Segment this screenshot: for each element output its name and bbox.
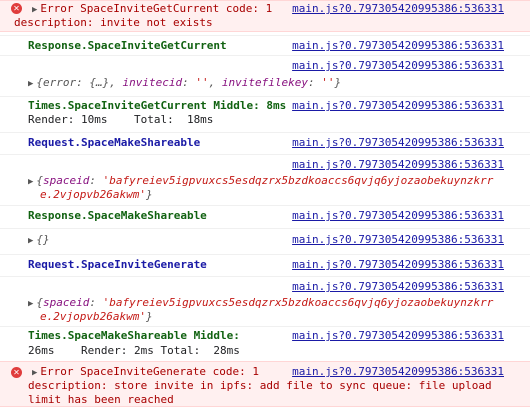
source-link[interactable]: main.js?0.797305420995386:536331 — [292, 258, 504, 272]
object-preview[interactable]: ▶ {spaceid: 'bafyreiev5igpvuxcs5esdqzrx5b… — [28, 296, 493, 311]
error-toggle[interactable]: ▶ Error SpaceInviteGenerate code: 1 — [32, 365, 259, 380]
error-icon: ✕ — [11, 367, 22, 378]
expand-triangle-icon[interactable]: ▶ — [32, 368, 37, 378]
source-link[interactable]: main.js?0.797305420995386:536331 — [292, 158, 504, 172]
console-object-row: ▶{} main.js?0.797305420995386:536331 — [0, 228, 530, 250]
log-label: Response.SpaceInviteGetCurrent — [28, 39, 227, 52]
console-error-row: ✕ ▶ Error SpaceInviteGenerate code: 1 des… — [0, 361, 530, 407]
source-link[interactable]: main.js?0.797305420995386:536331 — [292, 209, 504, 223]
object-preview[interactable]: ▶ {error: {…}, invitecid: '', invitefilek… — [28, 76, 341, 91]
source-link[interactable]: main.js?0.797305420995386:536331 — [292, 39, 504, 53]
error-description: description: invite not exists — [14, 16, 213, 29]
expand-triangle-icon[interactable]: ▶ — [28, 79, 33, 89]
source-link[interactable]: main.js?0.797305420995386:536331 — [292, 233, 504, 247]
source-link[interactable]: main.js?0.797305420995386:536331 — [292, 136, 504, 150]
error-message: Error SpaceInviteGetCurrent code: 1 — [40, 2, 273, 15]
source-link[interactable]: main.js?0.797305420995386:536331 — [292, 329, 504, 343]
console-log-row: Response.SpaceMakeShareable main.js?0.79… — [0, 205, 530, 225]
object-preview-cont: e.2vjopvb26akwm'} — [40, 188, 153, 201]
console-log-row: Times.SpaceMakeShareable Middle: 26ms Re… — [0, 326, 530, 358]
log-label: Response.SpaceMakeShareable — [28, 209, 207, 222]
source-link[interactable]: main.js?0.797305420995386:536331 — [292, 59, 504, 73]
console-log-row: Times.SpaceInviteGetCurrent Middle: 8ms … — [0, 96, 530, 128]
error-message: Error SpaceInviteGenerate code: 1 — [40, 365, 259, 378]
object-preview[interactable]: ▶ {spaceid: 'bafyreiev5igpvuxcs5esdqzrx5b… — [28, 174, 493, 189]
expand-triangle-icon[interactable]: ▶ — [28, 236, 33, 246]
expand-triangle-icon[interactable]: ▶ — [28, 177, 33, 187]
console-log-row: Response.SpaceInviteGetCurrent main.js?0… — [0, 35, 530, 55]
console-object-row: main.js?0.797305420995386:536331 ▶ {space… — [0, 276, 530, 324]
log-label: Request.SpaceMakeShareable — [28, 136, 201, 149]
expand-triangle-icon[interactable]: ▶ — [32, 5, 37, 15]
error-icon: ✕ — [11, 3, 22, 14]
object-preview-cont: e.2vjopvb26akwm'} — [40, 310, 153, 323]
source-link[interactable]: main.js?0.797305420995386:536331 — [292, 99, 504, 113]
console-log-row: Request.SpaceInviteGenerate main.js?0.79… — [0, 254, 530, 274]
console-object-row: main.js?0.797305420995386:536331 ▶ {error… — [0, 55, 530, 95]
object-preview[interactable]: ▶{} — [28, 233, 50, 248]
error-toggle[interactable]: ▶ Error SpaceInviteGetCurrent code: 1 — [32, 2, 272, 17]
source-link[interactable]: main.js?0.797305420995386:536331 — [292, 2, 504, 16]
source-link[interactable]: main.js?0.797305420995386:536331 — [292, 280, 504, 294]
expand-triangle-icon[interactable]: ▶ — [28, 299, 33, 309]
console-error-row: ✕ ▶ Error SpaceInviteGetCurrent code: 1 d… — [0, 0, 530, 32]
error-description: description: store invite in ipfs: add f… — [28, 379, 492, 392]
error-description-cont: limit has been reached — [28, 393, 174, 406]
console-object-row: main.js?0.797305420995386:536331 ▶ {space… — [0, 154, 530, 202]
timing-label: Times.SpaceMakeShareable Middle: — [28, 329, 240, 342]
source-link[interactable]: main.js?0.797305420995386:536331 — [292, 365, 504, 379]
console-log-row: Request.SpaceMakeShareable main.js?0.797… — [0, 132, 530, 152]
timing-values: Render: 10ms Total: 18ms — [28, 113, 214, 126]
timing-values: 26ms Render: 2ms Total: 28ms — [28, 344, 240, 357]
timing-label: Times.SpaceInviteGetCurrent Middle: 8ms — [28, 99, 287, 112]
log-label: Request.SpaceInviteGenerate — [28, 258, 207, 271]
